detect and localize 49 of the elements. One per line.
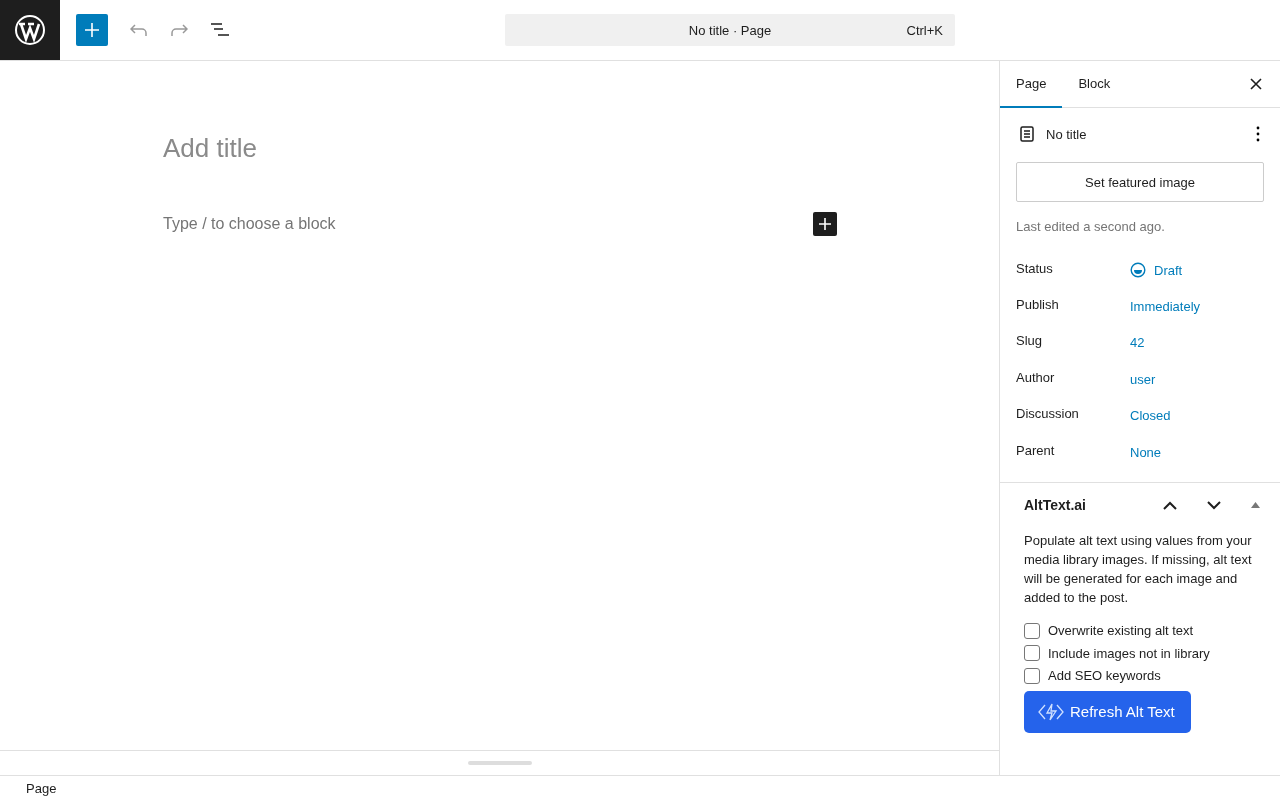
field-label: Status xyxy=(1016,260,1054,276)
move-down-icon[interactable] xyxy=(1207,500,1221,510)
close-icon[interactable] xyxy=(1250,78,1262,90)
sidebar-tab[interactable]: Block xyxy=(1062,61,1127,108)
add-block-button[interactable] xyxy=(76,14,108,46)
panel-title[interactable]: AltText.ai xyxy=(1024,497,1086,514)
half-circle-icon xyxy=(1130,262,1146,279)
keyboard-shortcut: Ctrl+K xyxy=(906,23,943,38)
list-view-icon[interactable] xyxy=(210,23,230,37)
block-inserter-button[interactable] xyxy=(813,212,837,236)
refresh-alt-text-button[interactable]: Refresh Alt Text xyxy=(1024,690,1191,733)
collapse-icon[interactable] xyxy=(1251,502,1260,509)
last-edited-text: Last edited a second ago. xyxy=(1016,219,1166,234)
checkbox[interactable] xyxy=(1024,622,1040,639)
redo-icon[interactable] xyxy=(170,23,188,37)
panel-description: Populate alt text using values from your media library images. If missing, alt text will be generated for each image and added to the post. xyxy=(1024,532,1253,608)
field-value-link[interactable]: user xyxy=(1130,371,1156,387)
site-logo[interactable] xyxy=(0,0,60,60)
document-title: No title · Page xyxy=(688,22,772,38)
field-value-link[interactable]: 42 xyxy=(1130,335,1145,351)
field-label: Slug xyxy=(1016,333,1044,349)
page-icon xyxy=(1020,126,1034,142)
field-value-link[interactable]: None xyxy=(1130,444,1162,460)
move-up-icon[interactable] xyxy=(1163,500,1177,510)
field-label: Author xyxy=(1016,369,1056,385)
breadcrumb[interactable]: Page xyxy=(26,780,57,796)
set-featured-image-button[interactable]: Set featured image xyxy=(1016,162,1264,202)
field-label: Discussion xyxy=(1016,406,1080,422)
checkbox[interactable] xyxy=(1024,667,1040,684)
plus-icon xyxy=(85,23,99,37)
field-label: Parent xyxy=(1016,442,1056,458)
status-button[interactable]: Draft xyxy=(1130,262,1183,279)
wordpress-logo-icon xyxy=(14,14,46,46)
checkbox[interactable] xyxy=(1024,645,1040,662)
checkbox-label[interactable]: Add SEO keywords xyxy=(1048,668,1161,684)
command-bar[interactable]: No title · Page Ctrl+K xyxy=(505,14,955,46)
page-title: No title xyxy=(1046,126,1087,142)
checkbox-label[interactable]: Overwrite existing alt text xyxy=(1048,623,1194,639)
sidebar-tab[interactable]: Page xyxy=(1000,61,1063,108)
undo-icon[interactable] xyxy=(130,23,148,37)
block-placeholder[interactable]: Type / to choose a block xyxy=(163,215,336,233)
checkbox-label[interactable]: Include images not in library xyxy=(1048,645,1210,661)
resize-handle[interactable] xyxy=(467,761,532,765)
field-value-link[interactable]: Closed xyxy=(1130,408,1171,424)
field-value-link[interactable]: Immediately xyxy=(1130,299,1201,315)
field-label: Publish xyxy=(1016,297,1060,313)
lightning-code-icon xyxy=(1038,702,1064,721)
more-options-icon[interactable] xyxy=(1256,126,1260,142)
plus-icon xyxy=(819,218,831,230)
